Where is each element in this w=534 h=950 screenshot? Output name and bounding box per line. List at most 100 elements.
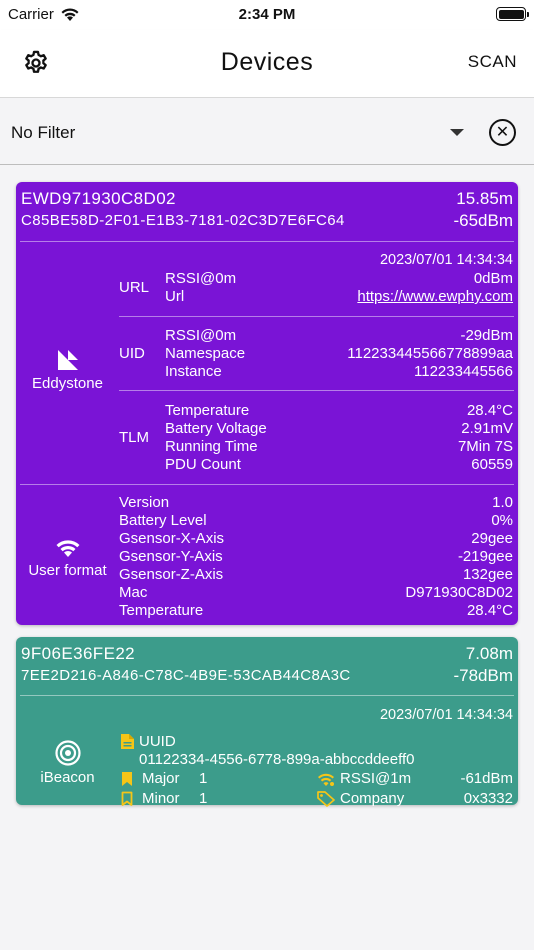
device-header: EWD971930C8D02 C85BE58D-2F01-E1B3-7181-0… (20, 182, 514, 242)
uuid-key: UUID (139, 733, 176, 750)
row-value: D971930C8D02 (405, 584, 513, 601)
bookmark-icon (122, 771, 132, 786)
company-key: Company (340, 790, 405, 807)
info-row: Gsensor-Y-Axis -219gee (119, 548, 513, 566)
row-value: 132gee (462, 566, 513, 583)
device-card-eddystone[interactable]: EWD971930C8D02 C85BE58D-2F01-E1B3-7181-0… (16, 182, 518, 625)
timestamp: 2023/07/01 14:34:34 (379, 252, 513, 268)
clear-filter-button[interactable]: ✕ (489, 119, 516, 146)
timestamp: 2023/07/01 14:34:34 (379, 707, 513, 723)
rssi-1m-value: -61dBm (460, 770, 513, 787)
device-uuid: C85BE58D-2F01-E1B3-7181-02C3D7E6FC64 (21, 212, 345, 229)
row-key: Battery Voltage (165, 420, 267, 437)
scan-button[interactable]: SCAN (468, 52, 517, 72)
filter-select[interactable]: No Filter (11, 123, 75, 143)
row-key: Gsensor-Z-Axis (119, 566, 224, 583)
tag-icon (317, 791, 335, 807)
row-key: Instance (165, 363, 222, 380)
frame-tag-uid: UID (119, 345, 145, 362)
device-name: 9F06E36FE22 (21, 644, 136, 663)
info-row: Url https://www.ewphy.com (165, 288, 513, 306)
battery-icon (496, 7, 529, 21)
row-value: 7Min 7S (457, 438, 513, 455)
row-value: -219gee (457, 548, 513, 565)
status-bar: Carrier 2:34 PM (0, 0, 534, 30)
frame-tag-url: URL (119, 279, 150, 296)
user-format-badge: User format (16, 537, 119, 579)
dropdown-arrow-icon[interactable] (450, 129, 464, 136)
row-value: 112233445566778899aa (347, 345, 513, 362)
info-row: Running Time 7Min 7S (165, 438, 513, 456)
company-value: 0x3332 (463, 790, 513, 807)
ibeacon-badge: iBeacon (16, 740, 119, 786)
row-key: Temperature (165, 402, 250, 419)
info-row: Battery Voltage 2.91mV (165, 420, 513, 438)
navigation-bar: Devices SCAN (0, 30, 534, 98)
row-value: 2.91mV (461, 420, 513, 437)
rssi-1m-row: RSSI@1m (316, 770, 411, 787)
ibeacon-section: iBeacon 2023/07/01 14:34:34 UUID 0112233… (16, 696, 518, 807)
row-key: Url (165, 288, 185, 305)
row-key: RSSI@0m (165, 327, 237, 344)
info-row: Namespace 112233445566778899aa (165, 345, 513, 363)
info-row: RSSI@0m -29dBm (165, 327, 513, 345)
row-value: 29gee (471, 530, 513, 547)
wifi-icon (56, 540, 79, 557)
eddystone-label: Eddystone (32, 375, 103, 392)
info-row: PDU Count 60559 (165, 456, 513, 474)
device-header: 9F06E36FE22 7EE2D216-A846-C78C-4B9E-53CA… (20, 637, 514, 696)
info-row: Instance 112233445566 (165, 363, 513, 381)
page-title: Devices (220, 48, 314, 76)
close-icon: ✕ (495, 123, 510, 141)
wifi-signal-icon (318, 773, 334, 786)
filter-bar: No Filter ✕ (0, 98, 534, 165)
device-rssi: -65dBm (453, 211, 513, 230)
row-key: Namespace (165, 345, 246, 362)
device-distance: 7.08m (465, 644, 513, 663)
major-row: Major 1 (120, 770, 207, 787)
device-card-ibeacon[interactable]: 9F06E36FE22 7EE2D216-A846-C78C-4B9E-53CA… (16, 637, 518, 807)
device-rssi: -78dBm (453, 666, 513, 685)
uid-frame-rows: RSSI@0m -29dBm Namespace 112233445566778… (165, 327, 513, 381)
major-value: 1 (199, 770, 208, 787)
clock: 2:34 PM (238, 6, 296, 23)
url-link[interactable]: https://www.ewphy.com (357, 288, 513, 306)
row-key: Mac (119, 584, 148, 601)
document-icon (121, 734, 134, 749)
row-value: -29dBm (460, 327, 513, 344)
user-format-rows: Version 1.0 Battery Level 0% Gsensor-X-A… (119, 494, 513, 620)
eddystone-section: Eddystone 2023/07/01 14:34:34 URL RSSI@0… (16, 242, 518, 485)
uuid-value: 01122334-4556-6778-899a-abbccddeeff0 (139, 751, 415, 768)
row-value: 0% (491, 512, 513, 529)
row-value: 0dBm (473, 270, 513, 287)
broadcast-icon (54, 740, 81, 766)
info-row: Temperature 28.4°C (165, 402, 513, 420)
info-row: Gsensor-Z-Axis 132gee (119, 566, 513, 584)
user-format-label: User format (28, 562, 107, 579)
row-value: 60559 (471, 456, 513, 473)
info-row: Battery Level 0% (119, 512, 513, 530)
ibeacon-label: iBeacon (40, 769, 95, 786)
device-uuid: 7EE2D216-A846-C78C-4B9E-53CAB44C8A3C (21, 667, 351, 684)
row-key: Gsensor-X-Axis (119, 530, 225, 547)
user-format-section: User format Version 1.0 Battery Level 0%… (16, 485, 518, 625)
divider (119, 390, 514, 391)
rssi-1m-key: RSSI@1m (340, 770, 412, 787)
divider (119, 316, 514, 317)
row-key: Version (119, 494, 170, 511)
frame-tag-tlm: TLM (119, 429, 149, 446)
major-key: Major (142, 770, 180, 787)
info-row: Version 1.0 (119, 494, 513, 512)
bookmark-outline-icon (121, 791, 133, 806)
row-key: RSSI@0m (165, 270, 237, 287)
minor-row: Minor 1 (120, 790, 207, 807)
row-key: Temperature (119, 602, 204, 619)
url-frame-rows: RSSI@0m 0dBm Url https://www.ewphy.com (165, 270, 513, 306)
info-row: Gsensor-X-Axis 29gee (119, 530, 513, 548)
device-distance: 15.85m (456, 189, 513, 208)
company-row: Company (316, 790, 404, 807)
row-key: Gsensor-Y-Axis (119, 548, 223, 565)
uuid-row: UUID (120, 733, 176, 750)
device-name: EWD971930C8D02 (21, 189, 176, 208)
row-value: 112233445566 (414, 363, 513, 380)
